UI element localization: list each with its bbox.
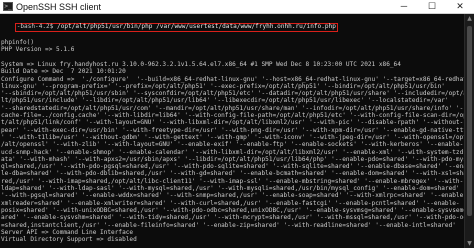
terminal-line: pear' '--with-exec-dir=/usr/bin' '--with…	[1, 126, 464, 134]
vertical-scrollbar[interactable]: ▲ ▼	[464, 14, 474, 248]
window-titlebar[interactable]: >_ OpenSSH SSH client ─ ☐ ✕	[0, 0, 474, 14]
terminal-line: lt/php51/usr/include' '--libdir=/opt/alt…	[1, 97, 449, 105]
terminal-line: le-dba=shared' '--with-pdo-dblib=shared,…	[1, 170, 464, 178]
terminal-line: posix=shared' '--with-unixODBC=shared,/u…	[1, 206, 464, 214]
terminal-line: ata' '--with-mhash' '--with-apxs2=/usr/s…	[1, 155, 464, 163]
terminal-line: linux-gnu' '--program-prefix=' '--prefix…	[1, 82, 445, 90]
terminal-line: red,/usr' '--with-imap=shared,/opt/alt/l…	[1, 177, 464, 185]
terminal-line: ucd-snmp-hack' '--enable-shmop' '--enabl…	[1, 148, 464, 156]
close-button[interactable]: ✕	[446, 0, 474, 13]
maximize-button[interactable]: ☐	[418, 0, 446, 13]
terminal-line: phpinfo()	[1, 39, 35, 47]
output-block: phpinfo() PHP Version => 5.1.6 System => L…	[1, 39, 464, 243]
terminal-line: '--sharedstatedir=/opt/alt/php51/usr/com…	[1, 104, 464, 112]
scroll-down-arrow-icon[interactable]: ▼	[465, 239, 474, 248]
scroll-up-arrow-icon[interactable]: ▲	[465, 14, 474, 23]
terminal-line: '--with-pgsql=shared' '--enable-wddx=sha…	[1, 192, 464, 200]
terminal-line: xmlreader=shared' '--enable-xmlwriter=sh…	[1, 199, 460, 207]
terminal-line: ared' '--enable-sysvshm=shared' '--with-…	[1, 214, 464, 222]
terminal-line: Virtual Directory Support => disabled	[1, 236, 137, 244]
terminal-line: ql=shared,/usr' '--with-pdo-pgsql=shared…	[1, 163, 464, 171]
terminal-line: PHP Version => 5.1.6	[1, 46, 75, 54]
terminal-line: System => Linux fry.handyhost.ru 3.10.0-…	[1, 60, 401, 68]
terminal-output[interactable]: -bash-4.2$ /opt/alt/php51/usr/bin/php /v…	[0, 14, 464, 248]
command-highlight: -bash-4.2$ /opt/alt/php51/usr/bin/php /v…	[14, 23, 338, 32]
terminal-line: ldap=shared' '--with-ldap-sasl' '--with-…	[1, 185, 460, 193]
terminal-line: Server API => Command Line Interface	[1, 228, 134, 236]
entered-command: /opt/alt/php51/usr/bin/php /var/www/user…	[57, 23, 336, 31]
terminal-line: =shared,instantclient,/usr' '--enable-fi…	[1, 221, 456, 229]
terminal-app-icon: >_	[3, 2, 13, 11]
minimize-button[interactable]: ─	[390, 0, 418, 13]
terminal-line: cache-file=../config.cache' '--with-libd…	[1, 112, 464, 120]
terminal-line: '--sbindir=/opt/alt/php51/usr/sbin' '--s…	[1, 90, 464, 98]
window-title: OpenSSH SSH client	[16, 2, 102, 12]
terminal-line: /alt/openssl' '--with-zlib' '--with-layo…	[1, 141, 464, 149]
shell-prompt: -bash-4.2$	[16, 23, 54, 31]
terminal-line: t/alt/php51/link/conf' '--with-layout=GN…	[1, 119, 464, 127]
scrollbar-thumb[interactable]	[467, 26, 472, 216]
terminal-line: ' '--with-t1lib=/usr' '--without-gdbm' '…	[1, 133, 464, 141]
terminal-line: Configure Command => './configure' '--bu…	[1, 75, 464, 83]
terminal-line: Build Date => Dec 7 2021 10:01:20	[1, 68, 126, 76]
